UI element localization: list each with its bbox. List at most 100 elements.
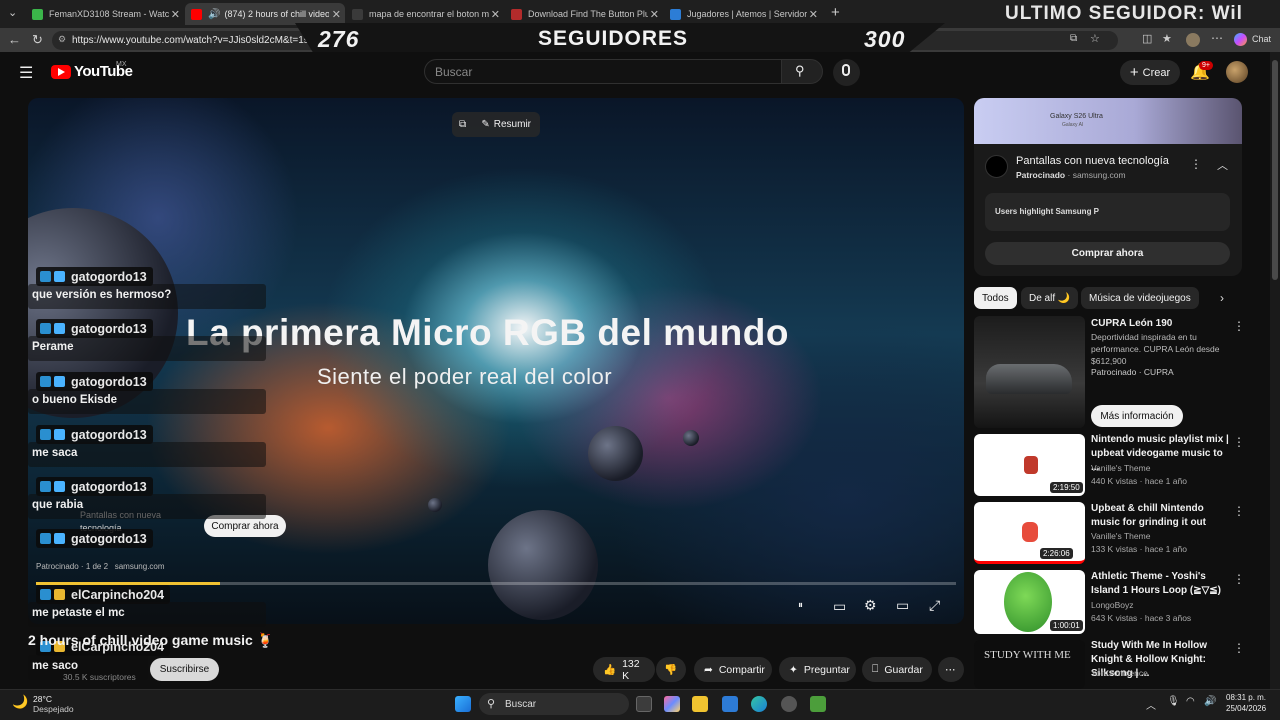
rec-more-icon[interactable]: ⋮ xyxy=(1233,504,1245,518)
taskbar-search[interactable]: ⚲ Buscar xyxy=(479,693,629,715)
steam-icon[interactable] xyxy=(781,696,797,712)
chip-todos[interactable]: Todos xyxy=(974,287,1017,309)
rec-title[interactable]: CUPRA León 190 xyxy=(1091,317,1231,331)
rec-more-icon[interactable]: ⋮ xyxy=(1233,319,1245,333)
chevron-up-tray-icon[interactable]: ︿ xyxy=(1146,697,1156,712)
subscribe-button[interactable]: Suscribirse xyxy=(150,658,219,681)
planet-tiny-2 xyxy=(428,498,442,512)
rec-thumbnail[interactable]: 2:19:50 xyxy=(974,434,1085,496)
rec-thumbnail[interactable]: STUDY WITH ME xyxy=(974,640,1085,689)
rec-channel[interactable]: Yoru Ambience xyxy=(1091,668,1148,678)
more-menu-icon[interactable]: ⋯ xyxy=(1211,31,1223,45)
file-explorer-icon[interactable] xyxy=(692,696,708,712)
profile-avatar[interactable] xyxy=(1186,33,1200,47)
back-arrow-icon[interactable]: ← xyxy=(8,32,21,47)
user-badge-icon xyxy=(54,481,65,492)
close-icon[interactable]: ✕ xyxy=(809,8,818,21)
rec-channel[interactable]: Vanille's Theme xyxy=(1091,463,1150,473)
hamburger-menu-icon[interactable]: ☰ xyxy=(19,63,33,83)
kick-icon xyxy=(32,8,43,20)
more-actions-button[interactable]: ⋯ xyxy=(938,657,964,682)
scrollbar-thumb[interactable] xyxy=(1272,60,1278,280)
split-screen-icon[interactable]: ◫ xyxy=(1142,32,1152,45)
site-info-icon[interactable]: ⚙ xyxy=(58,34,66,45)
close-icon[interactable]: ✕ xyxy=(491,8,500,21)
rec-thumbnail[interactable]: 2:26:06 xyxy=(974,502,1085,564)
rec-more-icon[interactable]: ⋮ xyxy=(1233,572,1245,586)
user-badge-icon xyxy=(54,376,65,387)
search-icon: ⚲ xyxy=(795,63,805,78)
close-icon[interactable]: ✕ xyxy=(332,8,341,21)
favorites-icon[interactable]: ★ xyxy=(1162,32,1172,45)
copilot-icon[interactable] xyxy=(1234,33,1247,46)
microphone-tray-icon[interactable]: 🎙 xyxy=(1167,696,1180,707)
copilot-chat-label[interactable]: Chat xyxy=(1252,34,1271,44)
sponsor-buy-button[interactable]: Comprar ahora xyxy=(985,242,1230,265)
create-button[interactable]: + Crear xyxy=(1120,60,1180,85)
share-button[interactable]: ➦ Compartir xyxy=(694,657,772,682)
sponsor-highlight[interactable]: Users highlight Samsung P xyxy=(985,193,1230,231)
video-player[interactable] xyxy=(28,98,964,624)
more-info-button[interactable]: Más información xyxy=(1091,405,1183,427)
rec-thumbnail[interactable]: 1:00:01 xyxy=(974,570,1085,634)
miniplayer-icon[interactable]: ⧉ xyxy=(459,119,466,130)
user-badge-icon xyxy=(54,323,65,334)
weather-moon-icon[interactable]: 🌙 xyxy=(12,694,28,710)
save-button[interactable]: ⎕ Guardar xyxy=(862,657,932,682)
sponsor-banner-image[interactable] xyxy=(974,98,1242,144)
tab-aternos-jugadores[interactable]: Jugadores | Atemos | Servidor de ✕ xyxy=(664,3,822,25)
edge-icon[interactable] xyxy=(751,696,767,712)
subtitles-icon[interactable]: ▭ xyxy=(833,598,846,615)
weather-description[interactable]: Despejado xyxy=(33,704,74,714)
rec-more-icon[interactable]: ⋮ xyxy=(1233,435,1245,449)
speaker-icon[interactable]: 🔊 xyxy=(208,9,220,20)
rec-title[interactable]: Athletic Theme - Yoshi's Island 1 Hours … xyxy=(1091,570,1231,598)
youtube-logo-icon[interactable] xyxy=(51,65,71,79)
autoplay-toggle-icon[interactable]: ⏸ xyxy=(798,600,803,611)
chevron-up-icon[interactable]: ︿ xyxy=(1217,157,1228,173)
search-button[interactable]: ⚲ xyxy=(781,59,823,84)
minecraft-icon[interactable] xyxy=(810,696,826,712)
weather-temperature[interactable]: 28°C xyxy=(33,694,52,704)
clock-time[interactable]: 08:31 p. m. xyxy=(1226,693,1266,702)
platform-badge-icon xyxy=(40,533,51,544)
chevron-right-icon[interactable]: › xyxy=(1220,291,1224,305)
task-view-icon[interactable] xyxy=(636,696,652,712)
fullscreen-icon[interactable]: ⤢ xyxy=(929,597,940,614)
copilot-taskbar-icon[interactable] xyxy=(664,696,680,712)
account-avatar[interactable] xyxy=(1226,61,1248,83)
new-tab-button[interactable]: + xyxy=(831,4,840,21)
clock-date[interactable]: 25/04/2026 xyxy=(1226,704,1266,713)
like-button[interactable]: 👍 132 K xyxy=(593,657,655,682)
ask-button[interactable]: ✦ Preguntar xyxy=(779,657,856,682)
tab-femanxd-stream[interactable]: FemanXD3108 Stream - Watch Li ✕ xyxy=(26,3,184,25)
open-in-app-icon[interactable]: ⧉ xyxy=(1070,33,1077,44)
share-icon: ➦ xyxy=(704,663,713,676)
rec-more-icon[interactable]: ⋮ xyxy=(1233,641,1245,655)
chip-musica-videojuegos[interactable]: Música de videojuegos xyxy=(1081,287,1199,309)
voice-search-button[interactable] xyxy=(833,59,860,86)
windows-start-icon[interactable] xyxy=(455,696,471,712)
favorite-star-icon[interactable]: ☆ xyxy=(1090,32,1100,45)
rec-title[interactable]: Upbeat & chill Nintendo music for grindi… xyxy=(1091,502,1231,530)
dislike-button[interactable]: 👎 xyxy=(656,657,686,682)
follower-goal-count: 300 xyxy=(864,26,906,52)
wifi-icon[interactable]: ◠ xyxy=(1186,696,1195,707)
chip-de-alf[interactable]: De alf 🌙 xyxy=(1021,287,1079,309)
tab-find-the-button[interactable]: Download Find The Button Plus 2 ✕ xyxy=(505,3,663,25)
store-icon[interactable] xyxy=(722,696,738,712)
tab-youtube-chill-music[interactable]: 🔊 (874) 2 hours of chill video ga ✕ xyxy=(185,3,345,25)
refresh-icon[interactable]: ↻ xyxy=(32,32,43,48)
search-input[interactable]: Buscar xyxy=(424,59,782,84)
sponsor-more-icon[interactable]: ⋮ xyxy=(1190,157,1202,171)
volume-icon[interactable]: 🔊 xyxy=(1204,696,1216,707)
close-icon[interactable]: ✕ xyxy=(650,8,659,21)
rec-channel[interactable]: Vanille's Theme xyxy=(1091,531,1150,541)
theater-mode-icon[interactable]: ▭ xyxy=(896,597,909,614)
tab-list-icon[interactable]: ⌄ xyxy=(8,6,17,19)
rec-thumbnail[interactable] xyxy=(974,316,1085,428)
rec-channel[interactable]: LongoBoyz xyxy=(1091,600,1134,610)
close-icon[interactable]: ✕ xyxy=(171,8,180,21)
tab-mapa-boton[interactable]: mapa de encontrar el boton mine ✕ xyxy=(346,3,504,25)
settings-gear-icon[interactable]: ⚙ xyxy=(864,597,877,614)
